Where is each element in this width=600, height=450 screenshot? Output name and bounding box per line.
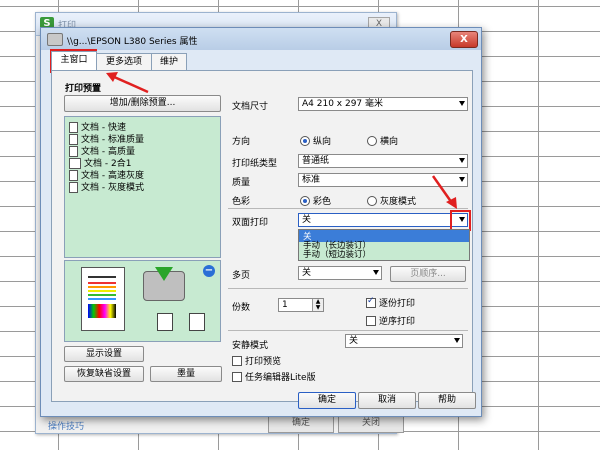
annotation-arrow-dropdown <box>431 175 454 204</box>
annotation-arrow-tab <box>111 74 149 94</box>
tab-main-window[interactable]: 主窗口 <box>51 51 97 70</box>
